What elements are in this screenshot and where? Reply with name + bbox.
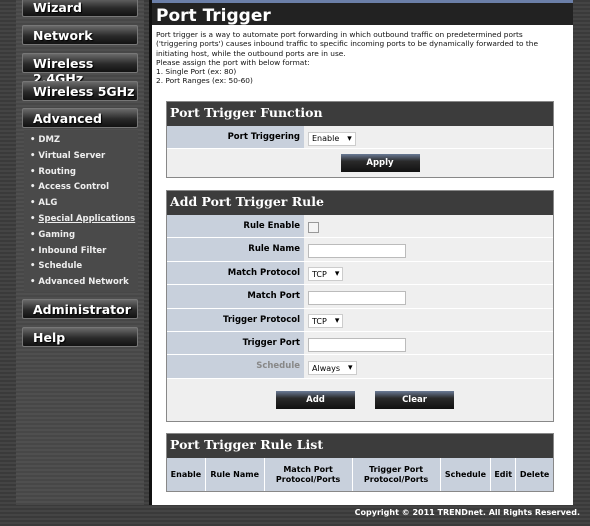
sub-routing[interactable]: Routing (24, 165, 138, 181)
schedule-label: Schedule (167, 355, 304, 378)
schedule-select[interactable]: Always (308, 361, 357, 376)
match-protocol-label: Match Protocol (167, 261, 304, 285)
rule-enable-checkbox[interactable] (308, 222, 319, 234)
sub-inbound-filter[interactable]: Inbound Filter (24, 244, 138, 260)
copyright: Copyright © 2011 TRENDnet. All Rights Re… (354, 508, 580, 517)
col-trigger-port: Trigger Port Protocol/Ports (351, 458, 441, 491)
sub-virtual-server[interactable]: Virtual Server (24, 149, 138, 165)
panel-title: Port Trigger Rule List (167, 434, 553, 458)
clear-button[interactable]: Clear (375, 390, 454, 409)
add-rule-panel: Add Port Trigger Rule Rule Enable Rule N… (166, 190, 554, 422)
desc-line: initiating host, while the outbound port… (156, 48, 346, 58)
menu-wireless-24[interactable]: Wireless 2.4GHz (22, 53, 138, 86)
sub-access-control[interactable]: Access Control (24, 180, 138, 196)
select-value: Always (312, 363, 341, 373)
col-delete: Delete (515, 458, 553, 491)
main-content: Port Trigger Port trigger is a way to au… (149, 0, 573, 505)
sub-alg[interactable]: ALG (24, 196, 138, 212)
sub-advanced-network[interactable]: Advanced Network (24, 275, 138, 291)
add-button[interactable]: Add (276, 390, 355, 409)
advanced-submenu: DMZ Virtual Server Routing Access Contro… (24, 130, 138, 292)
port-trigger-function-panel: Port Trigger Function Port Triggering En… (166, 101, 554, 179)
desc-line: Please assign the port with below format… (156, 57, 310, 67)
desc-line: 1. Single Port (ex: 80) (156, 67, 237, 77)
col-edit: Edit (490, 458, 516, 491)
desc-line: 2. Port Ranges (ex: 50-60) (156, 76, 253, 86)
col-enable: Enable (167, 458, 206, 491)
select-value: TCP (312, 269, 327, 279)
select-value: Enable (312, 134, 340, 144)
panel-title: Port Trigger Function (167, 102, 553, 126)
trigger-protocol-label: Trigger Protocol (167, 308, 304, 331)
panel-title: Add Port Trigger Rule (167, 191, 553, 215)
desc-line: ('triggering ports') causes inbound traf… (156, 39, 538, 49)
menu-network[interactable]: Network (22, 25, 138, 45)
col-rule-name: Rule Name (204, 458, 265, 491)
sub-schedule[interactable]: Schedule (24, 259, 138, 275)
rule-name-label: Rule Name (167, 238, 304, 261)
select-value: TCP (312, 316, 327, 326)
sub-gaming[interactable]: Gaming (24, 228, 138, 244)
rule-list-table: Enable Rule Name Match Port Protocol/Por… (167, 458, 553, 491)
page-title: Port Trigger (152, 0, 573, 26)
trigger-port-label: Trigger Port (167, 331, 304, 355)
sub-dmz[interactable]: DMZ (24, 133, 138, 149)
col-match-port: Match Port Protocol/Ports (263, 458, 353, 491)
sub-special-applications[interactable]: Special Applications (24, 212, 138, 228)
port-triggering-label: Port Triggering (167, 126, 304, 149)
match-port-label: Match Port (167, 285, 304, 308)
menu-wizard[interactable]: Wizard (22, 0, 138, 17)
rule-list-panel: Port Trigger Rule List Enable Rule Name … (166, 433, 554, 492)
sidebar: Wizard Network Wireless 2.4GHz Wireless … (16, 0, 144, 505)
menu-advanced[interactable]: Advanced (22, 108, 138, 128)
rule-name-input[interactable] (308, 244, 406, 259)
match-protocol-select[interactable]: TCP (308, 267, 344, 282)
port-triggering-select[interactable]: Enable (308, 131, 356, 146)
col-schedule: Schedule (439, 458, 491, 491)
apply-button[interactable]: Apply (340, 154, 420, 173)
menu-administrator[interactable]: Administrator (22, 299, 138, 319)
trigger-port-input[interactable] (308, 337, 406, 352)
desc-line: Port trigger is a way to automate port f… (156, 30, 523, 39)
rule-enable-label: Rule Enable (167, 215, 304, 238)
menu-help[interactable]: Help (22, 327, 138, 347)
description: Port trigger is a way to automate port f… (152, 25, 573, 86)
trigger-protocol-select[interactable]: TCP (308, 314, 344, 329)
menu-wireless-5[interactable]: Wireless 5GHz (22, 81, 138, 101)
match-port-input[interactable] (308, 290, 406, 305)
